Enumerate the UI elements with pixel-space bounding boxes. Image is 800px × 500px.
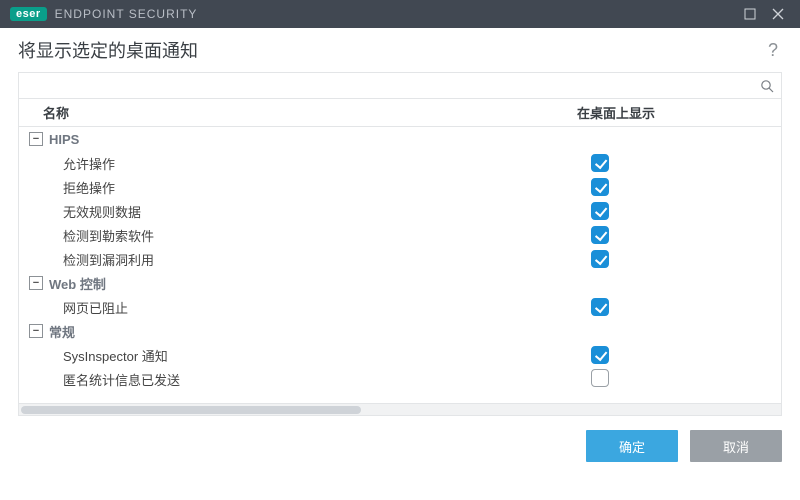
item-check-cell xyxy=(591,346,781,364)
item-check-cell xyxy=(591,369,781,390)
close-icon xyxy=(772,8,784,20)
notification-panel: 名称 在桌面上显示 −HIPS允许操作拒绝操作无效规则数据检测到勒索软件检测到漏… xyxy=(18,72,782,416)
horizontal-scrollbar-thumb[interactable] xyxy=(21,406,361,414)
group-label: HIPS xyxy=(49,132,79,147)
item-label: 检测到漏洞利用 xyxy=(19,250,591,269)
group-label: Web 控制 xyxy=(49,274,106,293)
group-label: 常规 xyxy=(49,322,75,341)
item-label: 允许操作 xyxy=(19,154,591,173)
table-row[interactable]: 允许操作 xyxy=(19,151,781,175)
item-check-cell xyxy=(591,154,781,172)
page-title: 将显示选定的桌面通知 xyxy=(18,37,198,63)
item-check-cell xyxy=(591,298,781,316)
dialog-footer: 确定 取消 xyxy=(0,416,800,476)
search-bar xyxy=(19,73,781,99)
table-row[interactable]: SysInspector 通知 xyxy=(19,343,781,367)
help-button[interactable]: ? xyxy=(764,40,782,61)
table-row[interactable]: 检测到漏洞利用 xyxy=(19,247,781,271)
brand-badge: eser xyxy=(10,7,47,21)
item-check-cell xyxy=(591,250,781,268)
item-check-cell xyxy=(591,226,781,244)
table-header: 名称 在桌面上显示 xyxy=(19,99,781,127)
item-label: 匿名统计信息已发送 xyxy=(19,370,591,389)
minimize-button[interactable] xyxy=(736,0,764,28)
search-input[interactable] xyxy=(19,73,753,98)
cancel-button[interactable]: 取消 xyxy=(690,430,782,462)
item-label: 网页已阻止 xyxy=(19,298,591,317)
column-name[interactable]: 名称 xyxy=(19,103,577,122)
show-on-desktop-checkbox[interactable] xyxy=(591,178,609,196)
close-button[interactable] xyxy=(764,0,792,28)
show-on-desktop-checkbox[interactable] xyxy=(591,298,609,316)
item-label: 拒绝操作 xyxy=(19,178,591,197)
table-row[interactable]: 匿名统计信息已发送 xyxy=(19,367,781,391)
show-on-desktop-checkbox[interactable] xyxy=(591,369,609,387)
show-on-desktop-checkbox[interactable] xyxy=(591,202,609,220)
collapse-icon[interactable]: − xyxy=(29,276,43,290)
item-label: 检测到勒索软件 xyxy=(19,226,591,245)
table-row[interactable]: 拒绝操作 xyxy=(19,175,781,199)
table-row[interactable]: 检测到勒索软件 xyxy=(19,223,781,247)
show-on-desktop-checkbox[interactable] xyxy=(591,226,609,244)
item-label: 无效规则数据 xyxy=(19,202,591,221)
show-on-desktop-checkbox[interactable] xyxy=(591,154,609,172)
group-row[interactable]: −常规 xyxy=(19,319,781,343)
table-body[interactable]: −HIPS允许操作拒绝操作无效规则数据检测到勒索软件检测到漏洞利用−Web 控制… xyxy=(19,127,781,403)
ok-button[interactable]: 确定 xyxy=(586,430,678,462)
titlebar: eser ENDPOINT SECURITY xyxy=(0,0,800,28)
group-row[interactable]: −Web 控制 xyxy=(19,271,781,295)
column-show[interactable]: 在桌面上显示 xyxy=(577,103,767,122)
item-check-cell xyxy=(591,202,781,220)
collapse-icon[interactable]: − xyxy=(29,324,43,338)
group-row[interactable]: −HIPS xyxy=(19,127,781,151)
search-icon[interactable] xyxy=(753,79,781,93)
horizontal-scrollbar[interactable] xyxy=(19,403,781,415)
item-label: SysInspector 通知 xyxy=(19,346,591,365)
item-check-cell xyxy=(591,178,781,196)
table-row[interactable]: 网页已阻止 xyxy=(19,295,781,319)
show-on-desktop-checkbox[interactable] xyxy=(591,250,609,268)
show-on-desktop-checkbox[interactable] xyxy=(591,346,609,364)
subheader: 将显示选定的桌面通知 ? xyxy=(0,28,800,72)
brand-product: ENDPOINT SECURITY xyxy=(55,7,198,21)
table-row[interactable]: 无效规则数据 xyxy=(19,199,781,223)
collapse-icon[interactable]: − xyxy=(29,132,43,146)
minimize-icon xyxy=(744,8,756,20)
